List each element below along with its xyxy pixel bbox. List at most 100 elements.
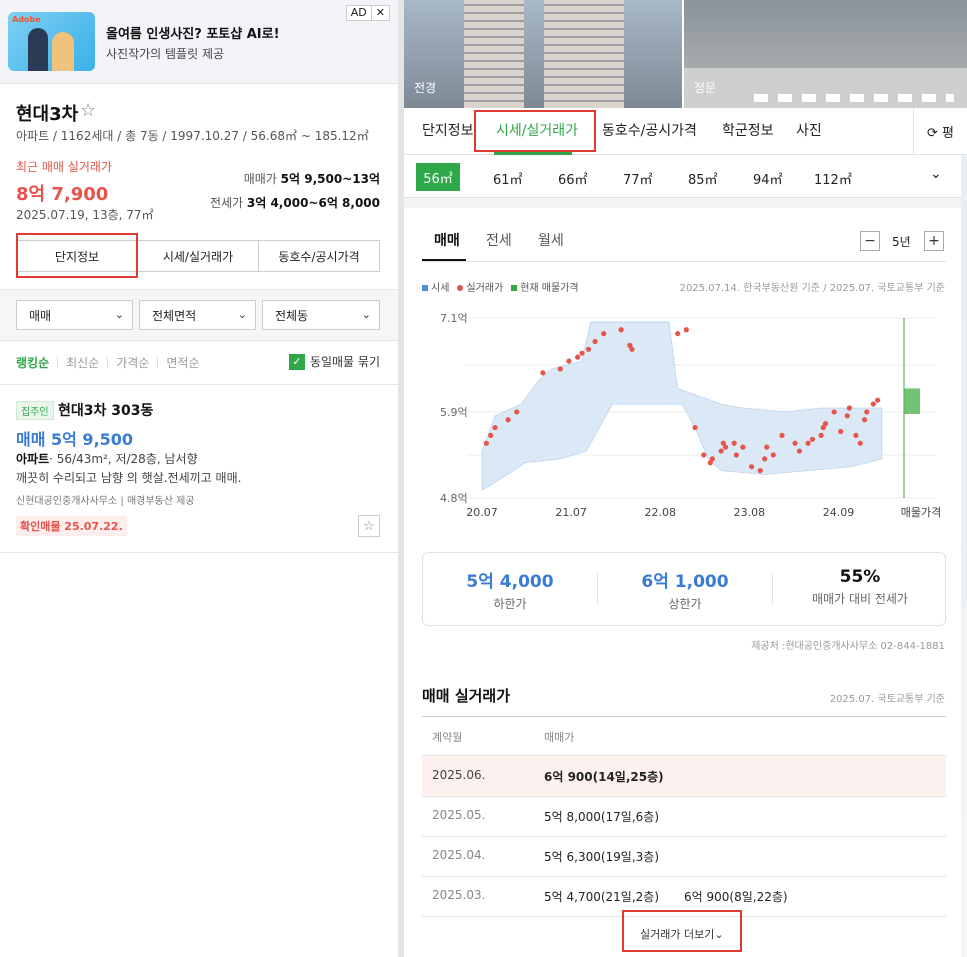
actual-price-point [709,456,716,462]
chart-source: 2025.07.14. 한국부동산원 기준 / 2025.07. 국토교통부 기… [679,283,945,294]
divider [422,261,946,262]
ad-thumbnail[interactable]: Adobe [8,12,95,71]
size-77[interactable]: 77㎡ [623,169,653,188]
photo-gate[interactable]: 정문 [684,0,967,108]
jeonse-price-label: 전세가 [209,196,244,210]
stat-lower: 5억 4,000 하한가 [423,567,597,612]
table-row: 2025.04. 5억 6,300(19일,3층) [422,836,946,876]
road-shape [684,68,967,108]
trade-type-select[interactable]: 매매 ⌄ [16,300,133,330]
actual-price-point [762,456,768,462]
dong-value: 전체동 [275,308,309,323]
legend-market: 시세 [422,279,449,294]
price-chart[interactable]: 7.1억 5.9억 4.8억20.07 21.07 22.08 23.08 24.09 매물가… [416,300,951,522]
listing-type: 아파트 [16,452,50,466]
x-tick-label: 20.07 [466,506,498,519]
listing-title[interactable]: 현대3차 303동 [58,400,153,420]
actual-price-point [579,350,585,356]
sale-price-range: 매매가 5억 9,500~13억 [244,170,380,187]
actual-price-point [701,452,707,458]
period-value: 5년 [892,235,911,249]
legend-market-label: 시세 [431,283,450,294]
building-shape [544,0,624,108]
bundle-toggle[interactable]: ✓ 동일매물 묶기 [288,353,380,370]
tab-complex-info[interactable]: 단지정보 [422,120,474,140]
size-85[interactable]: 85㎡ [688,169,718,188]
stat-ratio-label: 매매가 대비 전세가 [812,592,908,606]
tab-price-history[interactable]: 시세/실거래가 [496,120,578,140]
price-history-button[interactable]: 시세/실거래가 [138,241,259,271]
ad-badge: AD ✕ [345,5,390,21]
col-price: 매매가 [544,731,575,744]
ad-close-icon[interactable]: ✕ [370,6,389,20]
sale-price-label: 매매가 [243,172,277,186]
actual-price-point [683,327,689,333]
favorite-star-icon[interactable]: ☆ [80,100,96,121]
size-66[interactable]: 66㎡ [558,169,588,188]
tab-unit-price[interactable]: 동호수/공시가격 [602,120,697,140]
actual-price-point [505,417,511,423]
ad-subtext: 사진작가의 템플릿 제공 [106,47,225,61]
stat-upper-label: 상한가 [668,597,702,611]
unit-price-button[interactable]: 동호수/공시가격 [259,241,379,271]
sort-ranking[interactable]: 랭킹순 [16,354,57,371]
size-61[interactable]: 61㎡ [493,169,523,188]
divider [422,916,946,917]
sort-latest[interactable]: 최신순 [58,354,107,371]
actual-price-point [862,417,868,423]
unit-toggle-button[interactable]: ⟳ 평 [913,108,967,155]
actual-price-point [796,448,802,454]
chevron-down-icon[interactable]: ⌄ [930,166,942,182]
area-value: 전체면적 [152,308,197,323]
actual-price-point [601,331,607,337]
ad-logo: Adobe [12,15,41,24]
recent-price-detail: 2025.07.19, 13층, 77㎡ [16,208,154,222]
checkbox-checked-icon[interactable]: ✓ [288,353,305,370]
size-56[interactable]: 56㎡ [416,163,460,191]
period-plus-button[interactable]: + [924,231,944,251]
actual-price-point [857,440,863,446]
ad-banner[interactable]: Adobe 올여름 인생사진? 포토샵 AI로! 사진작가의 템플릿 제공 AD… [0,0,398,84]
size-112[interactable]: 112㎡ [814,169,852,188]
listing-price-range [904,388,920,414]
deal-tab-monthly[interactable]: 월세 [538,230,564,250]
tab-photos[interactable]: 사진 [796,120,822,140]
map-edge-strip [961,155,967,957]
period-minus-button[interactable]: − [860,231,880,251]
listing-provider: 매경부동산 제공 [126,496,195,507]
photo-label-gate: 정문 [694,81,717,95]
sort-price[interactable]: 가격순 [108,354,157,371]
complex-title: 현대3차 [16,104,79,125]
actual-price-point [764,444,770,450]
actual-price-point [822,421,829,427]
actual-price-point [629,346,635,352]
size-filter-bar [404,156,967,198]
table-row: 2025.06. 6억 900(14일,25층) [422,756,946,796]
actual-price-point [818,432,824,438]
actual-price-point [585,346,592,352]
deal-tab-jeonse[interactable]: 전세 [486,230,512,250]
size-94[interactable]: 94㎡ [753,169,783,188]
actual-price-point [488,432,494,438]
x-tick-label: 24.09 [823,506,855,519]
ad-label: AD [350,6,367,19]
bookmark-star-icon[interactable]: ☆ [358,515,380,537]
area-select[interactable]: 전체면적 ⌄ [139,300,256,330]
dong-select[interactable]: 전체동 ⌄ [262,300,380,330]
deal-tab-sale[interactable]: 매매 [434,230,460,250]
tab-school[interactable]: 학군정보 [722,120,774,140]
complex-info-button[interactable]: 단지정보 [17,241,138,271]
legend-actual: 실거래가 [457,279,503,294]
actual-price-point [718,448,724,454]
sort-area[interactable]: 면적순 [158,354,207,371]
row-price: 6억 900(14일,25층) [544,770,664,784]
more-transactions-button[interactable]: 실거래가 더보기⌄ [640,926,724,942]
complex-button-group: 단지정보 시세/실거래가 동호수/공시가격 [16,240,380,272]
legend-square-icon [511,285,518,291]
photo-exterior[interactable]: 전경 [404,0,682,108]
ad-headline[interactable]: 올여름 인생사진? 포토샵 AI로! [106,23,280,42]
actual-price-point [748,464,755,470]
recent-price-label: 최근 매매 실거래가 [16,160,112,174]
divider [0,552,398,553]
actual-price-point [846,405,852,411]
